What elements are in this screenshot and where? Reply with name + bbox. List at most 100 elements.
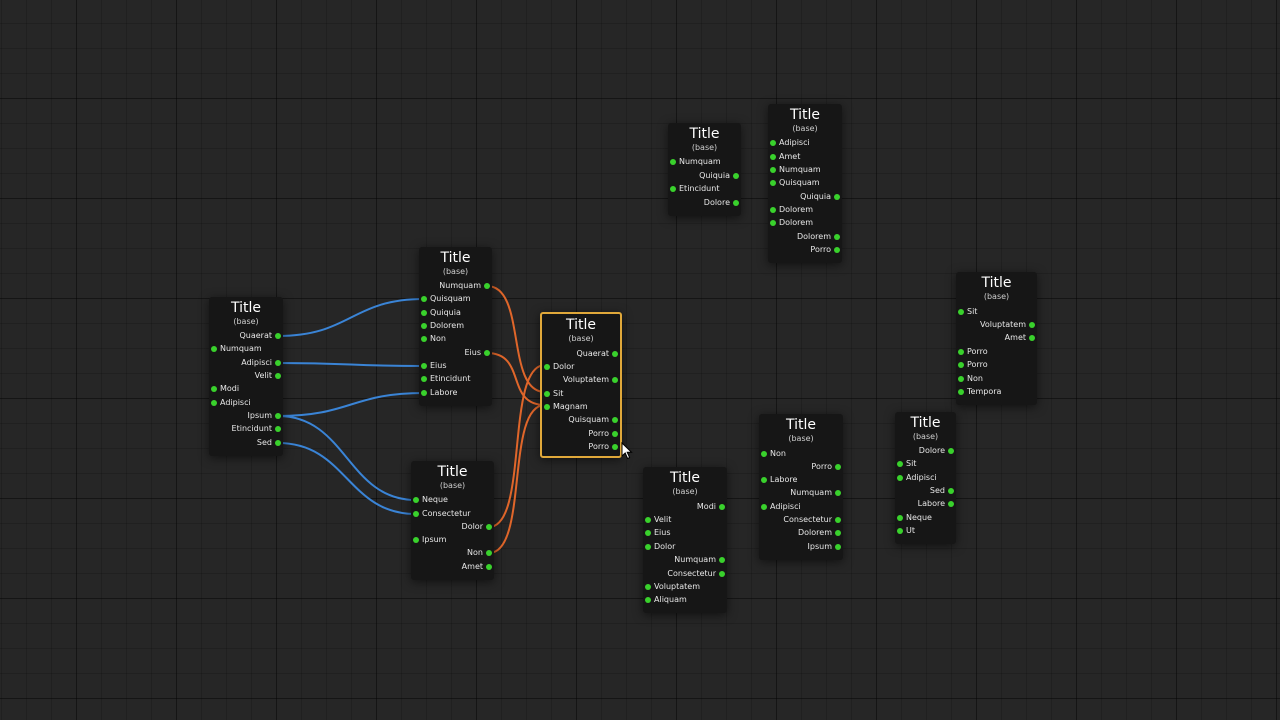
graph-node[interactable]: Title (base) Sit Voluptatem Amet Porro Porro No…: [956, 272, 1037, 405]
graph-node[interactable]: Title (base) Dolore Sit Adipisci Sed Labore Neq…: [895, 412, 956, 544]
output-port-dot[interactable]: [612, 416, 618, 423]
connection-wire[interactable]: [277, 442, 417, 515]
output-port-dot[interactable]: [484, 349, 490, 356]
output-port-dot[interactable]: [486, 563, 492, 570]
graph-node[interactable]: Title (base) Non Porro Labore Numquam Adipisci…: [759, 414, 843, 560]
output-port-dot[interactable]: [835, 489, 841, 496]
input-port-dot[interactable]: [544, 403, 550, 410]
output-port-dot[interactable]: [275, 359, 281, 366]
graph-node[interactable]: Title (base) Quaerat Dolor Voluptatem Sit Magn…: [540, 312, 622, 458]
output-port-dot[interactable]: [612, 350, 618, 357]
input-port-dot[interactable]: [770, 153, 776, 160]
output-port-dot[interactable]: [275, 425, 281, 432]
input-port-dot[interactable]: [897, 474, 903, 481]
output-port-dot[interactable]: [834, 246, 840, 253]
output-port-dot[interactable]: [275, 439, 281, 446]
input-port-dot[interactable]: [421, 295, 427, 302]
input-port-dot[interactable]: [645, 529, 651, 536]
output-port-dot[interactable]: [948, 500, 954, 507]
output-port-dot[interactable]: [486, 549, 492, 556]
output-port-dot[interactable]: [835, 516, 841, 523]
input-port-dot[interactable]: [897, 460, 903, 467]
output-port-dot[interactable]: [275, 372, 281, 379]
node-header[interactable]: Title (base): [759, 414, 843, 448]
connection-wire[interactable]: [277, 298, 425, 337]
output-port-dot[interactable]: [1029, 334, 1035, 341]
connection-wire[interactable]: [486, 285, 546, 393]
input-port-dot[interactable]: [770, 166, 776, 173]
graph-node[interactable]: Title (base) Adipisci Amet Numquam Quisquam Qu…: [768, 104, 842, 263]
input-port-dot[interactable]: [958, 361, 964, 368]
input-port-dot[interactable]: [897, 514, 903, 521]
output-port-dot[interactable]: [948, 447, 954, 454]
connection-wire[interactable]: [486, 352, 546, 406]
input-port-dot[interactable]: [413, 496, 419, 503]
input-port-dot[interactable]: [958, 348, 964, 355]
output-port-dot[interactable]: [834, 193, 840, 200]
connection-wire[interactable]: [488, 404, 546, 554]
input-port-dot[interactable]: [544, 363, 550, 370]
input-port-dot[interactable]: [770, 219, 776, 226]
node-graph-canvas[interactable]: Title (base) Quaerat Numquam Adipisci Velit Mo…: [0, 0, 1280, 720]
output-port-dot[interactable]: [835, 543, 841, 550]
output-port-dot[interactable]: [275, 412, 281, 419]
input-port-dot[interactable]: [645, 596, 651, 603]
input-port-dot[interactable]: [761, 503, 767, 510]
output-port-dot[interactable]: [835, 463, 841, 470]
input-port-dot[interactable]: [421, 335, 427, 342]
input-port-dot[interactable]: [958, 388, 964, 395]
connection-wire[interactable]: [277, 392, 425, 417]
input-port-dot[interactable]: [670, 158, 676, 165]
node-header[interactable]: Title (base): [768, 104, 842, 138]
input-port-dot[interactable]: [413, 536, 419, 543]
output-port-dot[interactable]: [486, 523, 492, 530]
graph-node[interactable]: Title (base) Quaerat Numquam Adipisci Velit Mo…: [209, 297, 283, 456]
output-port-dot[interactable]: [612, 376, 618, 383]
output-port-dot[interactable]: [733, 172, 739, 179]
input-port-dot[interactable]: [645, 583, 651, 590]
input-port-dot[interactable]: [211, 399, 217, 406]
input-port-dot[interactable]: [413, 510, 419, 517]
input-port-dot[interactable]: [770, 206, 776, 213]
input-port-dot[interactable]: [958, 308, 964, 315]
input-port-dot[interactable]: [211, 385, 217, 392]
graph-node[interactable]: Title (base) Numquam Quiquia Etincidunt Dolor…: [668, 123, 741, 216]
input-port-dot[interactable]: [544, 390, 550, 397]
input-port-dot[interactable]: [421, 375, 427, 382]
input-port-dot[interactable]: [897, 527, 903, 534]
output-port-dot[interactable]: [835, 529, 841, 536]
input-port-dot[interactable]: [958, 375, 964, 382]
node-header[interactable]: Title (base): [411, 461, 494, 495]
node-header[interactable]: Title (base): [895, 412, 956, 446]
output-port-dot[interactable]: [275, 332, 281, 339]
node-header[interactable]: Title (base): [419, 247, 492, 281]
node-header[interactable]: Title (base): [643, 467, 727, 501]
graph-node[interactable]: Title (base) Numquam Quisquam Quiquia Dolorem…: [419, 247, 492, 406]
input-port-dot[interactable]: [645, 516, 651, 523]
output-port-dot[interactable]: [484, 282, 490, 289]
input-port-dot[interactable]: [211, 345, 217, 352]
node-header[interactable]: Title (base): [956, 272, 1037, 306]
input-port-dot[interactable]: [421, 362, 427, 369]
output-port-dot[interactable]: [719, 556, 725, 563]
connection-wire[interactable]: [277, 362, 425, 367]
input-port-dot[interactable]: [645, 543, 651, 550]
input-port-dot[interactable]: [670, 185, 676, 192]
input-port-dot[interactable]: [421, 389, 427, 396]
output-port-dot[interactable]: [834, 233, 840, 240]
input-port-dot[interactable]: [770, 179, 776, 186]
connection-wire[interactable]: [488, 364, 546, 528]
input-port-dot[interactable]: [421, 309, 427, 316]
input-port-dot[interactable]: [761, 476, 767, 483]
output-port-dot[interactable]: [948, 487, 954, 494]
output-port-dot[interactable]: [733, 199, 739, 206]
node-header[interactable]: Title (base): [542, 314, 620, 348]
connection-wire[interactable]: [277, 415, 417, 501]
output-port-dot[interactable]: [612, 430, 618, 437]
node-header[interactable]: Title (base): [209, 297, 283, 331]
input-port-dot[interactable]: [761, 450, 767, 457]
node-header[interactable]: Title (base): [668, 123, 741, 157]
output-port-dot[interactable]: [719, 570, 725, 577]
input-port-dot[interactable]: [421, 322, 427, 329]
graph-node[interactable]: Title (base) Neque Consectetur Dolor Ipsum Non…: [411, 461, 494, 580]
